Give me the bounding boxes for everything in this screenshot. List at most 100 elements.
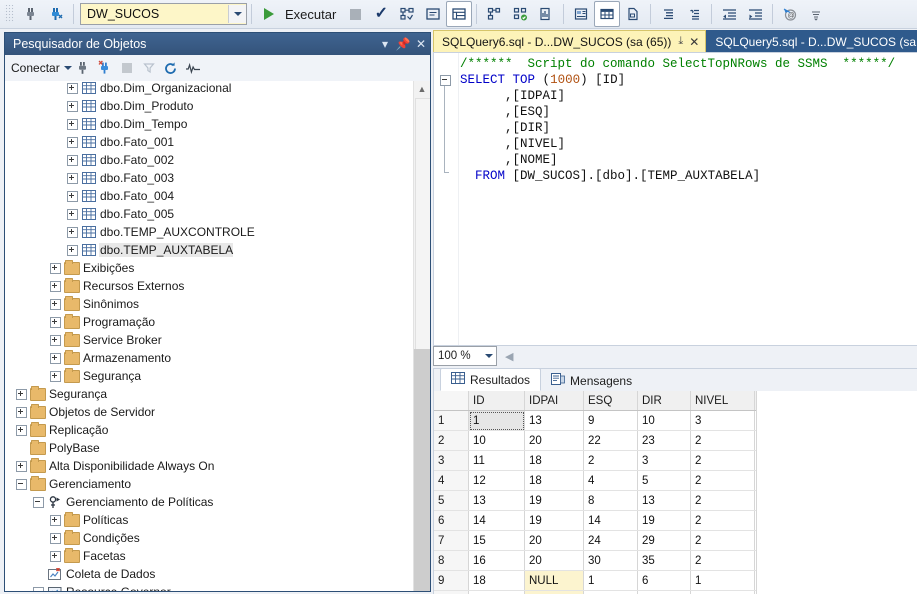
table-cell[interactable]: 20 bbox=[524, 550, 584, 571]
results-tab[interactable]: Mensagens bbox=[541, 370, 642, 391]
table-cell[interactable]: 23 bbox=[637, 430, 691, 451]
row-number-cell[interactable]: 6 bbox=[434, 510, 469, 531]
results-to-grid-icon[interactable] bbox=[446, 1, 473, 27]
expand-icon[interactable] bbox=[15, 385, 28, 403]
expand-icon[interactable] bbox=[49, 295, 62, 313]
table-cell[interactable]: 24 bbox=[583, 530, 638, 551]
table-cell[interactable]: 18 bbox=[524, 470, 584, 491]
tree-node[interactable]: Segurança bbox=[5, 385, 414, 403]
expand-icon[interactable] bbox=[66, 151, 79, 169]
expand-icon[interactable] bbox=[49, 511, 62, 529]
tree-node[interactable]: Alta Disponibilidade Always On bbox=[5, 457, 414, 475]
toolbar-overflow-icon[interactable] bbox=[803, 1, 829, 27]
tree-node[interactable]: dbo.Dim_Tempo bbox=[5, 115, 414, 133]
tree-node[interactable]: Replicação bbox=[5, 421, 414, 439]
table-cell[interactable]: 3 bbox=[637, 450, 691, 471]
connect-object-explorer-icon[interactable] bbox=[43, 1, 69, 27]
tree-node[interactable]: Facetas bbox=[5, 547, 414, 565]
collapse-icon[interactable] bbox=[15, 475, 28, 493]
table-cell[interactable]: NULL bbox=[524, 570, 584, 591]
column-header[interactable]: ESQ bbox=[583, 391, 638, 411]
table-cell[interactable]: 2 bbox=[690, 550, 755, 571]
table-cell[interactable]: 15 bbox=[468, 530, 525, 551]
table-cell[interactable]: 7 bbox=[583, 590, 638, 594]
row-number-cell[interactable]: 3 bbox=[434, 450, 469, 471]
results-to-grid-alt-icon[interactable] bbox=[594, 1, 621, 27]
expand-icon[interactable] bbox=[15, 421, 28, 439]
column-header[interactable]: ID bbox=[468, 391, 525, 411]
expand-icon[interactable] bbox=[49, 529, 62, 547]
expand-icon[interactable] bbox=[66, 133, 79, 151]
tree-node[interactable]: Recursos Externos bbox=[5, 277, 414, 295]
table-cell[interactable]: 12 bbox=[468, 470, 525, 491]
tree-node[interactable]: dbo.TEMP_AUXTABELA bbox=[5, 241, 414, 259]
tree-node[interactable]: Armazenamento bbox=[5, 349, 414, 367]
refresh-icon[interactable] bbox=[160, 57, 182, 79]
scrollbar-thumb[interactable] bbox=[415, 98, 430, 350]
row-number-cell[interactable]: 7 bbox=[434, 530, 469, 551]
table-cell[interactable]: 19 bbox=[524, 490, 584, 511]
expand-icon[interactable] bbox=[49, 547, 62, 565]
pin-icon[interactable]: 📌 bbox=[394, 37, 412, 51]
tree-node[interactable]: dbo.Fato_005 bbox=[5, 205, 414, 223]
expand-icon[interactable] bbox=[66, 223, 79, 241]
editor-tab[interactable]: SQLQuery5.sql - D...DW_SUCOS (sa (67)) bbox=[706, 30, 917, 52]
scroll-up-icon[interactable]: ▲ bbox=[414, 81, 430, 97]
connect-icon[interactable] bbox=[72, 57, 94, 79]
results-to-text-alt-icon[interactable] bbox=[568, 1, 594, 27]
tree-node[interactable]: Exibições bbox=[5, 259, 414, 277]
expand-icon[interactable] bbox=[15, 457, 28, 475]
table-cell[interactable]: 13 bbox=[637, 490, 691, 511]
disconnect-icon[interactable] bbox=[94, 57, 116, 79]
column-header[interactable]: DIR bbox=[637, 391, 691, 411]
table-cell[interactable]: 2 bbox=[690, 470, 755, 491]
include-actual-plan-icon[interactable] bbox=[481, 1, 507, 27]
close-icon[interactable]: ✕ bbox=[689, 35, 699, 49]
tree-node[interactable]: dbo.Dim_Produto bbox=[5, 97, 414, 115]
tree-node[interactable]: dbo.TEMP_AUXCONTROLE bbox=[5, 223, 414, 241]
include-live-stats-icon[interactable] bbox=[507, 1, 533, 27]
results-tab[interactable]: Resultados bbox=[440, 368, 542, 391]
row-number-cell[interactable]: 4 bbox=[434, 470, 469, 491]
table-cell[interactable]: 20 bbox=[524, 430, 584, 451]
pin-icon[interactable]: ⤓ bbox=[678, 35, 683, 48]
expand-icon[interactable] bbox=[66, 97, 79, 115]
scroll-left-icon[interactable]: ◀ bbox=[505, 350, 513, 363]
tree-node[interactable]: dbo.Dim_Organizacional bbox=[5, 81, 414, 97]
table-cell[interactable]: 13 bbox=[468, 490, 525, 511]
activity-monitor-icon[interactable] bbox=[182, 57, 204, 79]
tree-node[interactable]: Condições bbox=[5, 529, 414, 547]
fold-toggle-icon[interactable] bbox=[440, 75, 451, 86]
row-number-header[interactable] bbox=[434, 391, 469, 411]
chevron-down-icon[interactable] bbox=[228, 5, 246, 23]
table-cell[interactable]: 2 bbox=[690, 490, 755, 511]
table-cell[interactable]: 16 bbox=[468, 550, 525, 571]
chevron-down-icon[interactable] bbox=[63, 66, 72, 70]
sql-editor[interactable]: /****** Script do comando SelectTopNRows… bbox=[433, 52, 917, 346]
table-cell[interactable]: 3 bbox=[690, 410, 755, 431]
collapse-icon[interactable] bbox=[32, 493, 45, 511]
connect-button[interactable]: Conectar bbox=[11, 61, 72, 75]
connect-icon[interactable] bbox=[17, 1, 43, 27]
database-select[interactable]: DW_SUCOS bbox=[80, 3, 247, 25]
table-cell[interactable]: 2 bbox=[690, 450, 755, 471]
table-cell[interactable]: 1 bbox=[690, 590, 755, 594]
specify-values-icon[interactable]: @ bbox=[777, 1, 803, 27]
table-cell[interactable]: 11 bbox=[468, 450, 525, 471]
table-cell[interactable]: 2 bbox=[690, 430, 755, 451]
column-header[interactable]: IDPAI bbox=[524, 391, 584, 411]
results-to-file-icon[interactable] bbox=[620, 1, 646, 27]
tree-node[interactable]: PolyBase bbox=[5, 439, 414, 457]
table-cell[interactable]: 2 bbox=[690, 530, 755, 551]
chevron-down-icon[interactable]: ▾ bbox=[376, 37, 394, 51]
expand-icon[interactable] bbox=[49, 367, 62, 385]
toolbar-grip[interactable] bbox=[4, 5, 14, 23]
table-cell[interactable]: 1 bbox=[583, 570, 638, 591]
row-number-cell[interactable]: 1 bbox=[434, 410, 469, 431]
display-estimated-plan-icon[interactable] bbox=[394, 1, 420, 27]
table-cell[interactable]: 1 bbox=[468, 410, 525, 431]
expand-icon[interactable] bbox=[49, 277, 62, 295]
expand-icon[interactable] bbox=[66, 187, 79, 205]
expand-icon[interactable] bbox=[66, 241, 79, 259]
tree-node[interactable]: Programação bbox=[5, 313, 414, 331]
